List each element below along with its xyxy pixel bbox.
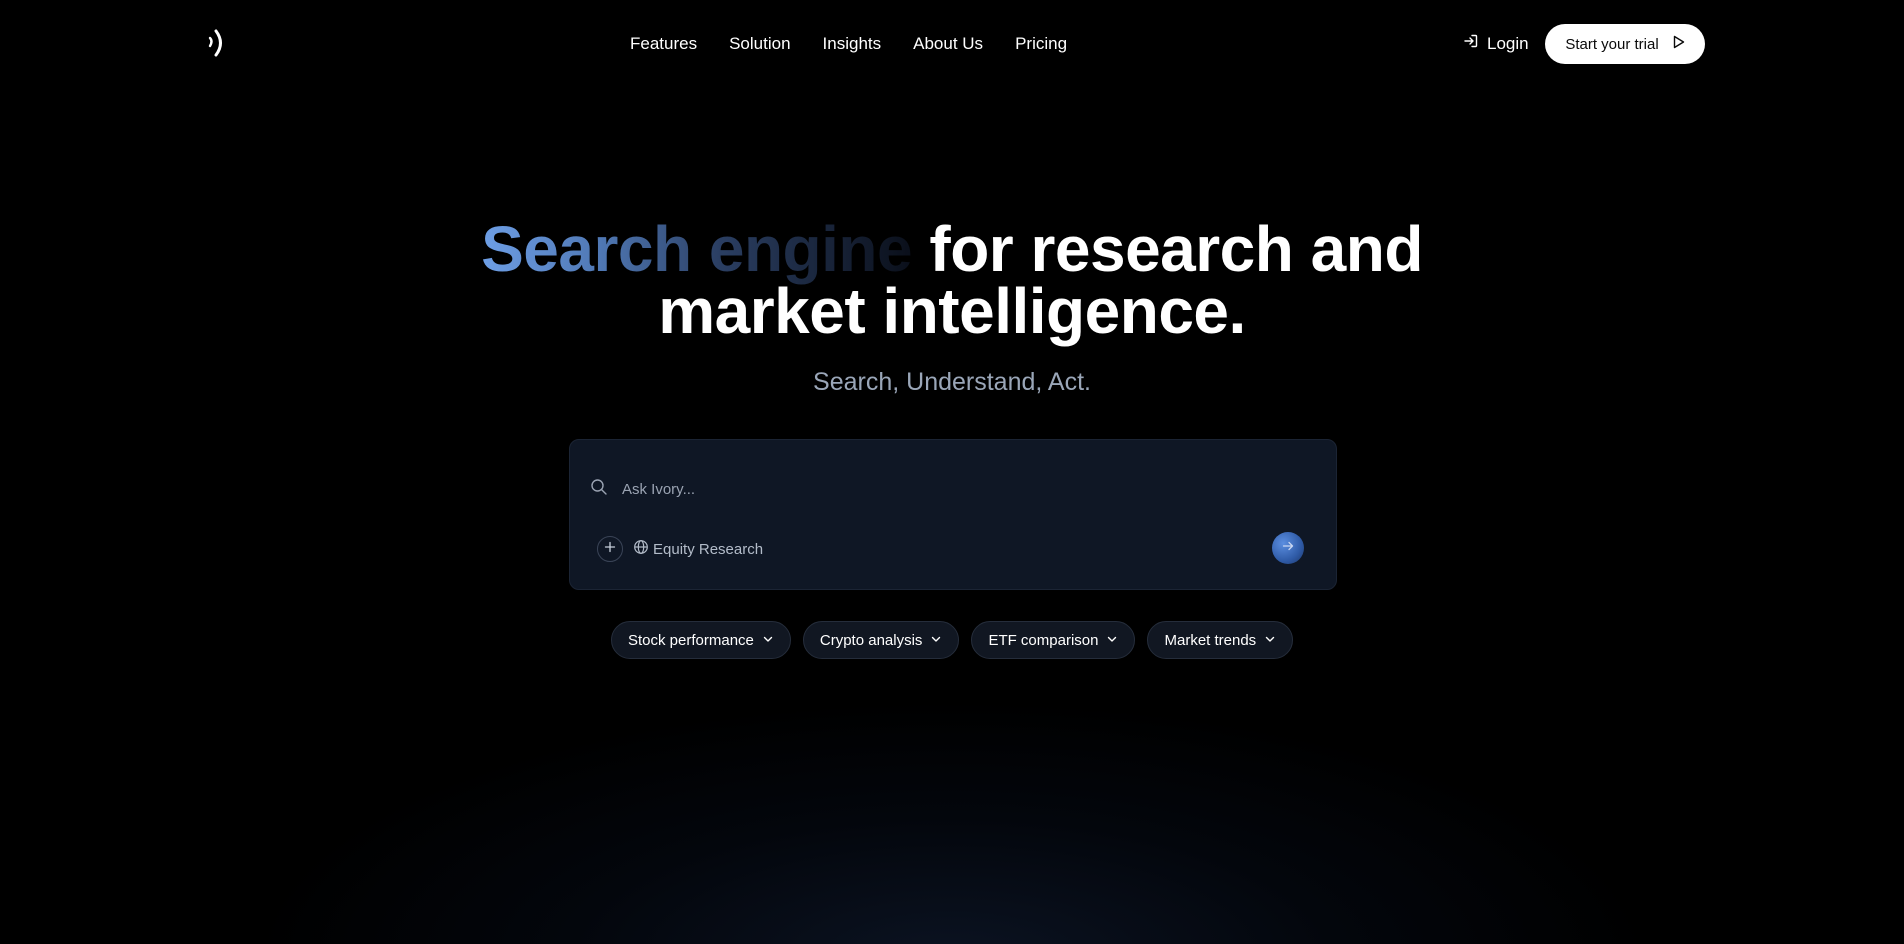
chip-market-trends[interactable]: Market trends (1147, 621, 1294, 659)
main-nav: Features Solution Insights About Us Pric… (630, 32, 1067, 56)
research-mode-selector[interactable]: Equity Research (633, 539, 763, 559)
arrow-right-icon (1281, 539, 1295, 558)
nav-link-insights[interactable]: Insights (823, 32, 882, 56)
chip-label: ETF comparison (988, 631, 1099, 649)
login-link[interactable]: Login (1463, 32, 1529, 56)
landing-page: Features Solution Insights About Us Pric… (0, 0, 1904, 944)
chevron-down-icon (762, 632, 774, 649)
nav-link-pricing[interactable]: Pricing (1015, 32, 1067, 56)
research-mode-label: Equity Research (653, 540, 764, 558)
login-icon (1463, 32, 1479, 56)
search-card: Equity Research (569, 439, 1337, 590)
chip-stock-performance[interactable]: Stock performance (611, 621, 791, 659)
chip-label: Stock performance (628, 631, 754, 649)
nav-link-about-us[interactable]: About Us (913, 32, 983, 56)
search-input[interactable] (620, 480, 1264, 499)
start-trial-label: Start your trial (1565, 35, 1659, 53)
chip-etf-comparison[interactable]: ETF comparison (971, 621, 1136, 659)
submit-search-button[interactable] (1272, 532, 1304, 564)
login-label: Login (1487, 34, 1529, 53)
play-icon (1673, 35, 1685, 53)
start-trial-button[interactable]: Start your trial (1545, 24, 1705, 64)
plus-icon (604, 540, 616, 558)
add-attachment-button[interactable] (597, 536, 623, 562)
chip-label: Crypto analysis (819, 631, 923, 649)
search-icon (590, 478, 608, 501)
chevron-down-icon (1106, 632, 1118, 649)
hero-subtitle: Search, Understand, Act. (813, 368, 1091, 396)
globe-icon (633, 539, 649, 559)
nav-link-features[interactable]: Features (630, 32, 697, 56)
search-row (590, 478, 1264, 501)
chip-crypto-analysis[interactable]: Crypto analysis (802, 621, 960, 659)
brand-logo-icon[interactable] (206, 28, 228, 58)
chip-label: Market trends (1164, 631, 1257, 649)
top-nav-bar: Features Solution Insights About Us Pric… (0, 0, 1904, 88)
hero-title: Search engine for research and market int… (352, 217, 1552, 343)
search-tools-row: Equity Research (597, 536, 763, 562)
chevron-down-icon (1264, 632, 1276, 649)
suggestion-chips: Stock performance Crypto analysis ETF co… (611, 621, 1294, 659)
hero-title-line2: market intelligence. (658, 275, 1246, 347)
nav-link-solution[interactable]: Solution (729, 32, 790, 56)
chevron-down-icon (930, 632, 942, 649)
